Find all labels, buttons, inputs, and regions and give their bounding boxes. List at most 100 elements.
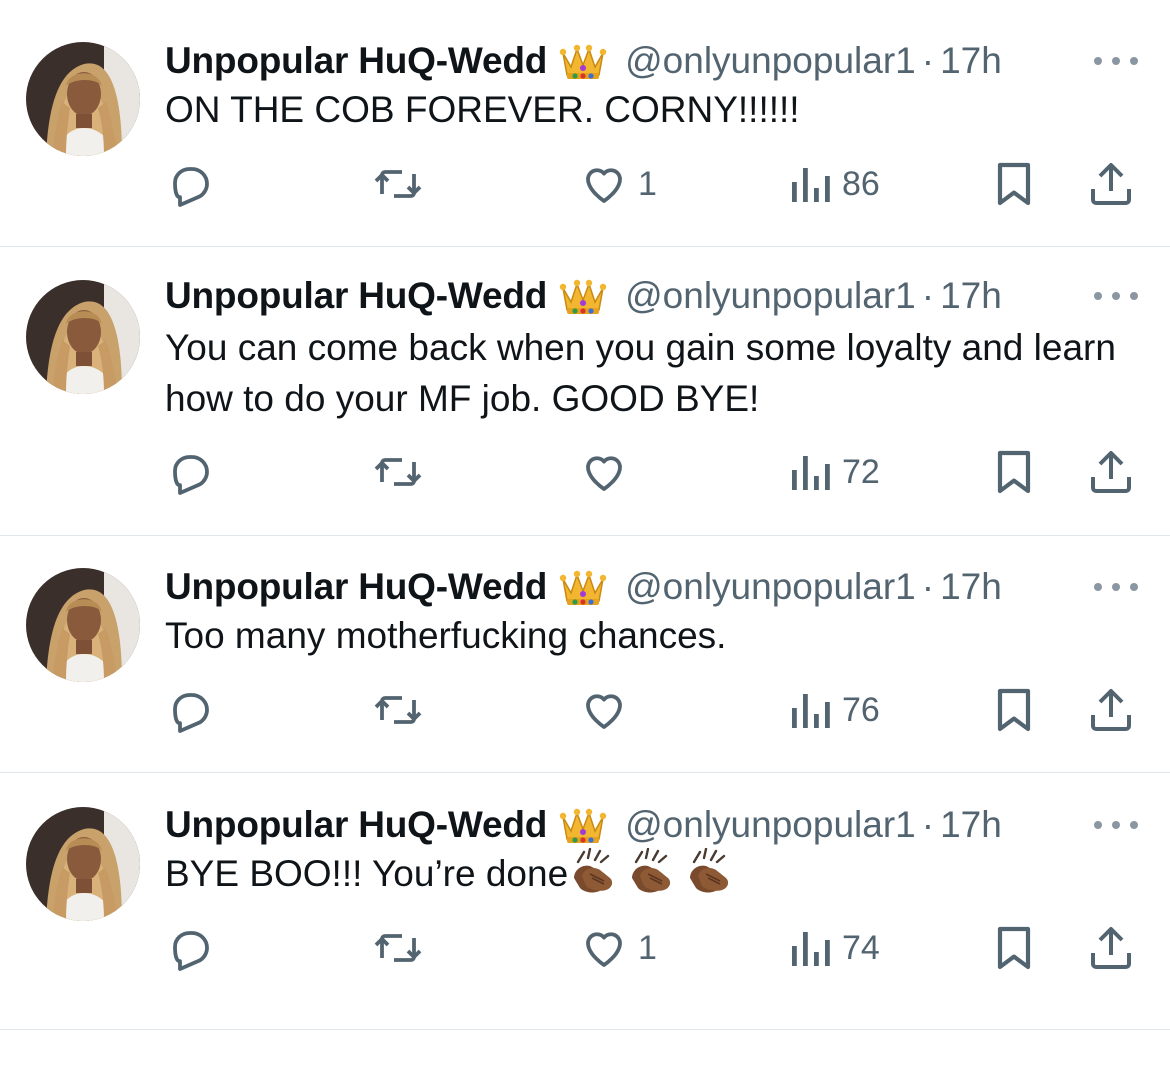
more-icon[interactable]: [1094, 290, 1138, 302]
avatar[interactable]: [26, 280, 140, 394]
tweet[interactable]: Unpopular HuQ-Wedd @onlyunpopular1 · 17h: [0, 247, 1170, 536]
share-button[interactable]: [1086, 920, 1136, 976]
avatar[interactable]: [26, 807, 140, 921]
bookmark-icon: [997, 450, 1031, 494]
bookmark-button[interactable]: [992, 682, 1036, 738]
clapping-hands-emoji-icon: [690, 848, 729, 893]
share-button[interactable]: [1086, 444, 1136, 500]
tweet[interactable]: Unpopular HuQ-Wedd @onlyunpopular1 · 17h: [0, 0, 1170, 247]
avatar-image: [26, 568, 140, 682]
reply-icon: [173, 693, 209, 733]
like-count: 1: [638, 928, 657, 967]
like-button[interactable]: 1: [580, 920, 657, 976]
author-handle[interactable]: @onlyunpopular1: [625, 566, 916, 608]
repost-button[interactable]: [372, 920, 434, 976]
tweet[interactable]: Unpopular HuQ-Wedd @onlyunpopular1 · 17h: [0, 536, 1170, 773]
reply-icon: [173, 931, 209, 971]
reply-icon: [173, 455, 209, 495]
clapping-hands-emoji-icon: [632, 848, 671, 893]
views-button[interactable]: 74: [788, 920, 880, 976]
tweet-header: Unpopular HuQ-Wedd @onlyunpopular1 · 17h: [165, 271, 1150, 321]
separator: ·: [921, 804, 935, 845]
views-count: 74: [842, 928, 880, 967]
repost-icon: [374, 458, 422, 486]
bookmark-icon: [997, 162, 1031, 206]
repost-icon: [374, 170, 422, 198]
avatar-image: [26, 807, 140, 921]
tweet-header: Unpopular HuQ-Wedd @onlyunpopular1 · 17h: [165, 562, 1150, 612]
repost-button[interactable]: [372, 156, 434, 212]
repost-button[interactable]: [372, 682, 434, 738]
more-icon[interactable]: [1094, 55, 1138, 67]
action-bar: 76: [0, 682, 1170, 738]
bookmark-button[interactable]: [992, 156, 1036, 212]
bookmark-button[interactable]: [992, 444, 1036, 500]
separator: ·: [921, 40, 935, 81]
bookmark-icon: [997, 926, 1031, 970]
like-button[interactable]: [580, 444, 638, 500]
views-count: 76: [842, 690, 880, 729]
author-handle[interactable]: @onlyunpopular1: [625, 275, 916, 317]
action-bar: 1 86: [0, 156, 1170, 212]
heart-icon: [586, 932, 622, 967]
like-button[interactable]: 1: [580, 156, 657, 212]
tweet-text: Too many motherfucking chances.: [165, 610, 1130, 661]
separator: ·: [921, 275, 935, 316]
timestamp[interactable]: 17h: [940, 566, 1002, 608]
tweet-text: ON THE COB FOREVER. CORNY!!!!!!: [165, 84, 1130, 135]
views-button[interactable]: 86: [788, 156, 880, 212]
tweet-text: You can come back when you gain some loy…: [165, 322, 1130, 424]
tweet-header: Unpopular HuQ-Wedd @onlyunpopular1 · 17h: [165, 36, 1150, 86]
author-handle[interactable]: @onlyunpopular1: [625, 804, 916, 846]
like-button[interactable]: [580, 682, 638, 738]
crown-emoji-icon: [559, 567, 607, 607]
reply-button[interactable]: [166, 156, 224, 212]
views-icon: [792, 168, 830, 202]
views-count: 72: [842, 452, 880, 491]
avatar[interactable]: [26, 568, 140, 682]
views-icon: [792, 694, 830, 728]
bookmark-button[interactable]: [992, 920, 1036, 976]
reply-button[interactable]: [166, 682, 224, 738]
tweet-text: BYE BOO!!! You’re done: [165, 848, 1130, 899]
crown-emoji-icon: [559, 41, 607, 81]
avatar-image: [26, 280, 140, 394]
views-icon: [792, 932, 830, 966]
timestamp[interactable]: 17h: [940, 40, 1002, 82]
action-bar: 72: [0, 444, 1170, 500]
share-button[interactable]: [1086, 156, 1136, 212]
reply-button[interactable]: [166, 444, 224, 500]
tweet[interactable]: Unpopular HuQ-Wedd @onlyunpopular1 · 17h: [0, 773, 1170, 1030]
share-icon: [1091, 451, 1131, 493]
tweet-text-content: BYE BOO!!! You’re done: [165, 853, 569, 894]
clapping-hands-emoji-icon: [574, 848, 613, 893]
tweet-text-content: Too many motherfucking chances.: [165, 615, 727, 656]
timestamp[interactable]: 17h: [940, 804, 1002, 846]
reply-button[interactable]: [166, 920, 224, 976]
views-button[interactable]: 76: [788, 682, 880, 738]
avatar-image: [26, 42, 140, 156]
heart-icon: [586, 694, 622, 729]
author-name[interactable]: Unpopular HuQ-Wedd: [165, 566, 547, 608]
reply-icon: [173, 167, 209, 207]
repost-icon: [374, 696, 422, 724]
author-handle[interactable]: @onlyunpopular1: [625, 40, 916, 82]
timestamp[interactable]: 17h: [940, 275, 1002, 317]
more-icon[interactable]: [1094, 581, 1138, 593]
repost-icon: [374, 934, 422, 962]
author-name[interactable]: Unpopular HuQ-Wedd: [165, 804, 547, 846]
author-name[interactable]: Unpopular HuQ-Wedd: [165, 275, 547, 317]
share-button[interactable]: [1086, 682, 1136, 738]
tweet-header: Unpopular HuQ-Wedd @onlyunpopular1 · 17h: [165, 800, 1150, 850]
views-icon: [792, 456, 830, 490]
repost-button[interactable]: [372, 444, 434, 500]
share-icon: [1091, 163, 1131, 205]
views-button[interactable]: 72: [788, 444, 880, 500]
emoji-group: [568, 848, 742, 894]
separator: ·: [921, 566, 935, 607]
author-name[interactable]: Unpopular HuQ-Wedd: [165, 40, 547, 82]
avatar[interactable]: [26, 42, 140, 156]
action-bar: 1 74: [0, 920, 1170, 976]
more-icon[interactable]: [1094, 819, 1138, 831]
tweet-text-content: ON THE COB FOREVER. CORNY!!!!!!: [165, 89, 800, 130]
